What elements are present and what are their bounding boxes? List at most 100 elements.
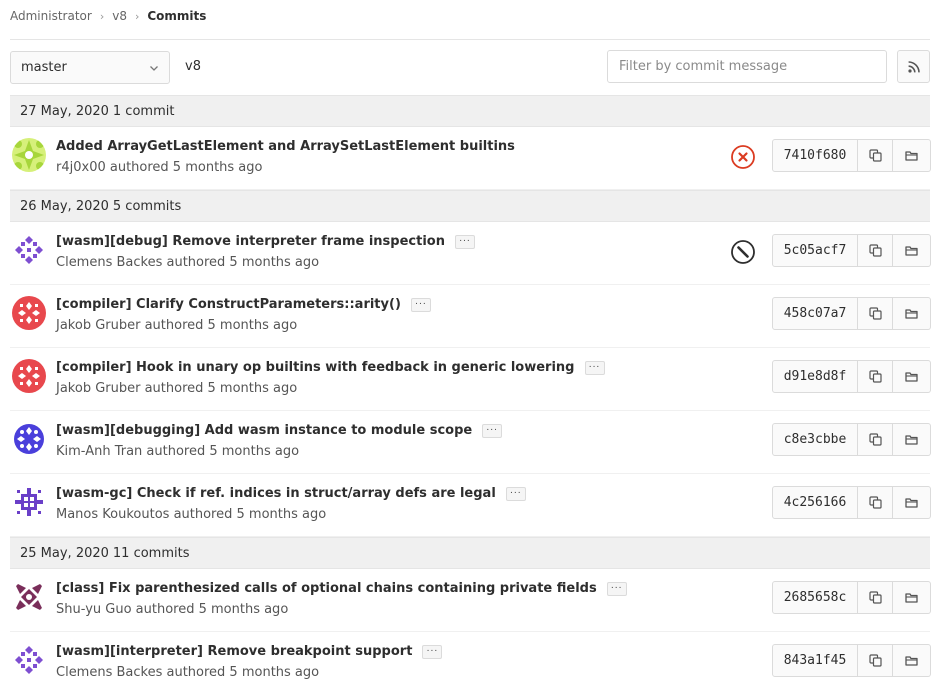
browse-files-button[interactable] [893,297,931,330]
commit-sha-group: 2685658c [772,581,931,614]
browse-files-button[interactable] [893,360,931,393]
commit-sha-label[interactable]: 5c05acf7 [772,234,858,267]
commit-list: 27 May, 2020 1 commit Added ArrayGetLastEl… [10,95,931,683]
commit-title-line: [wasm][debugging] Add wasm instance to m… [56,423,503,438]
commit-sha-label[interactable]: 843a1f45 [772,644,858,677]
commit-title-line: [wasm-gc] Check if ref. indices in struc… [56,486,526,501]
branch-dropdown-label: master [21,60,67,75]
avatar[interactable] [12,296,46,330]
commit-sha-label[interactable]: 2685658c [772,581,858,614]
commit-sha-label[interactable]: 458c07a7 [772,297,858,330]
copy-icon [868,433,882,446]
commit-author-meta: Jakob Gruber authored 5 months ago [56,318,298,333]
breadcrumb-owner[interactable]: Administrator [10,9,92,23]
browse-files-button[interactable] [893,581,931,614]
copy-sha-button[interactable] [858,360,893,393]
browse-files-button[interactable] [893,423,931,456]
commit-row: [wasm-gc] Check if ref. indices in struc… [10,474,931,537]
commit-title-link[interactable]: Added ArrayGetLastElement and ArraySetLa… [56,139,515,154]
copy-icon [868,370,882,383]
copy-sha-button[interactable] [858,234,893,267]
commit-sha-label[interactable]: 7410f680 [772,139,858,172]
browse-files-button[interactable] [893,486,931,519]
folder-icon [905,309,918,319]
commit-title-link[interactable]: [wasm-gc] Check if ref. indices in struc… [56,486,496,501]
commit-title-line: Added ArrayGetLastElement and ArraySetLa… [56,139,515,154]
avatar[interactable] [12,422,46,456]
breadcrumb: Administrator › v8 › Commits [10,8,206,24]
folder-icon [905,498,918,508]
copy-sha-button[interactable] [858,581,893,614]
avatar[interactable] [12,643,46,677]
rss-button[interactable] [897,50,930,83]
avatar[interactable] [12,138,46,172]
expand-description-button[interactable]: ... [505,486,526,501]
folder-icon [905,246,918,256]
copy-sha-button[interactable] [858,297,893,330]
rss-icon [907,60,920,73]
commit-sha-group: 5c05acf7 [772,234,931,267]
breadcrumb-current[interactable]: Commits [147,9,206,23]
day-date: 25 May, 2020 [20,545,109,561]
copy-sha-button[interactable] [858,486,893,519]
commit-title-link[interactable]: [class] Fix parenthesized calls of optio… [56,581,597,596]
copy-icon [868,244,882,257]
filter-commit-input[interactable] [607,50,887,83]
avatar[interactable] [12,580,46,614]
copy-sha-button[interactable] [858,423,893,456]
folder-icon [905,372,918,382]
copy-sha-button[interactable] [858,139,893,172]
chevron-right-icon: › [134,9,140,23]
day-commit-count: 1 commit [112,103,175,119]
folder-icon [905,656,918,666]
copy-icon [868,149,882,162]
expand-description-button[interactable]: ... [482,423,503,438]
day-header: 27 May, 2020 1 commit [10,95,930,127]
commit-title-link[interactable]: [compiler] Hook in unary op builtins wit… [56,360,575,375]
divider [10,39,930,40]
browse-files-button[interactable] [893,234,931,267]
avatar[interactable] [12,233,46,267]
commit-author-meta: Kim-Anh Tran authored 5 months ago [56,444,300,459]
commit-title-link[interactable]: [wasm][interpreter] Remove breakpoint su… [56,644,412,659]
commit-sha-group: c8e3cbbe [772,423,931,456]
commit-author-meta: Shu-yu Guo authored 5 months ago [56,602,289,617]
expand-description-button[interactable]: ... [410,297,431,312]
pipeline-status[interactable] [730,144,756,170]
commit-row: [wasm][debugging] Add wasm instance to m… [10,411,931,474]
status-canceled-icon [731,240,755,264]
expand-description-button[interactable]: ... [606,581,627,596]
commit-sha-label[interactable]: 4c256166 [772,486,858,519]
commit-row: [compiler] Clarify ConstructParameters::… [10,285,931,348]
pipeline-status[interactable] [730,239,756,265]
expand-description-button[interactable]: ... [422,644,443,659]
expand-description-button[interactable]: ... [454,234,475,249]
commit-title-link[interactable]: [wasm][debugging] Add wasm instance to m… [56,423,472,438]
day-commit-count: 11 commits [112,545,190,561]
breadcrumb-project[interactable]: v8 [112,9,127,23]
project-label: v8 [185,59,201,74]
commit-sha-label[interactable]: d91e8d8f [772,360,858,393]
copy-sha-button[interactable] [858,644,893,677]
commit-row: [wasm][interpreter] Remove breakpoint su… [10,632,931,683]
expand-description-button[interactable]: ... [584,360,605,375]
avatar[interactable] [12,359,46,393]
commit-author-meta: Clemens Backes authored 5 months ago [56,665,320,680]
commit-title-line: [compiler] Clarify ConstructParameters::… [56,297,431,312]
browse-files-button[interactable] [893,644,931,677]
browse-files-button[interactable] [893,139,931,172]
branch-dropdown[interactable]: master [10,51,170,84]
commit-title-link[interactable]: [compiler] Clarify ConstructParameters::… [56,297,401,312]
day-commit-count: 5 commits [112,198,182,214]
commit-title-line: [wasm][interpreter] Remove breakpoint su… [56,644,443,659]
commit-title-line: [wasm][debug] Remove interpreter frame i… [56,234,475,249]
day-date: 27 May, 2020 [20,103,109,119]
commit-row: [compiler] Hook in unary op builtins wit… [10,348,931,411]
commit-sha-group: 4c256166 [772,486,931,519]
commit-title-link[interactable]: [wasm][debug] Remove interpreter frame i… [56,234,445,249]
commit-sha-label[interactable]: c8e3cbbe [772,423,858,456]
commit-title-line: [compiler] Hook in unary op builtins wit… [56,360,605,375]
day-header: 25 May, 2020 11 commits [10,537,930,569]
avatar[interactable] [12,485,46,519]
commit-row: Added ArrayGetLastElement and ArraySetLa… [10,127,931,190]
